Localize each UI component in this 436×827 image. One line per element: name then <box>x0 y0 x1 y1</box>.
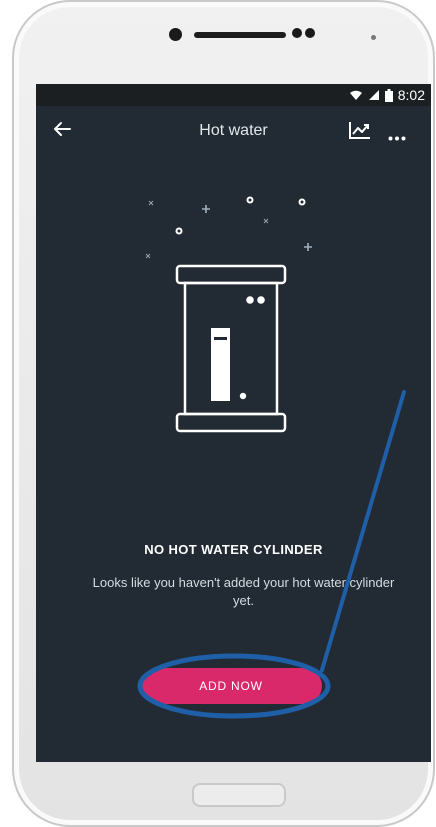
sensor-dot <box>292 28 302 38</box>
add-now-button[interactable]: ADD NOW <box>140 668 322 704</box>
app-screen: 8:02 Hot water NO HOT WATER CYLINDER Loo… <box>36 84 431 762</box>
status-time: 8:02 <box>397 87 425 103</box>
battery-icon <box>384 88 393 102</box>
front-camera <box>169 28 182 41</box>
sensor-dot-2 <box>305 28 315 38</box>
status-bar: 8:02 <box>36 84 431 106</box>
empty-state-title: NO HOT WATER CYLINDER <box>144 542 323 557</box>
speaker-grill <box>194 32 286 38</box>
more-options-icon[interactable] <box>388 128 406 146</box>
signal-icon <box>368 90 379 100</box>
wifi-icon <box>349 90 362 100</box>
proximity-dot <box>371 35 376 40</box>
hot-water-cylinder-illustration <box>145 196 312 433</box>
app-bar: Hot water <box>36 106 431 156</box>
home-button[interactable] <box>192 783 286 807</box>
line-chart-icon[interactable] <box>348 120 372 145</box>
empty-state-description: Looks like you haven't added your hot wa… <box>92 575 395 608</box>
